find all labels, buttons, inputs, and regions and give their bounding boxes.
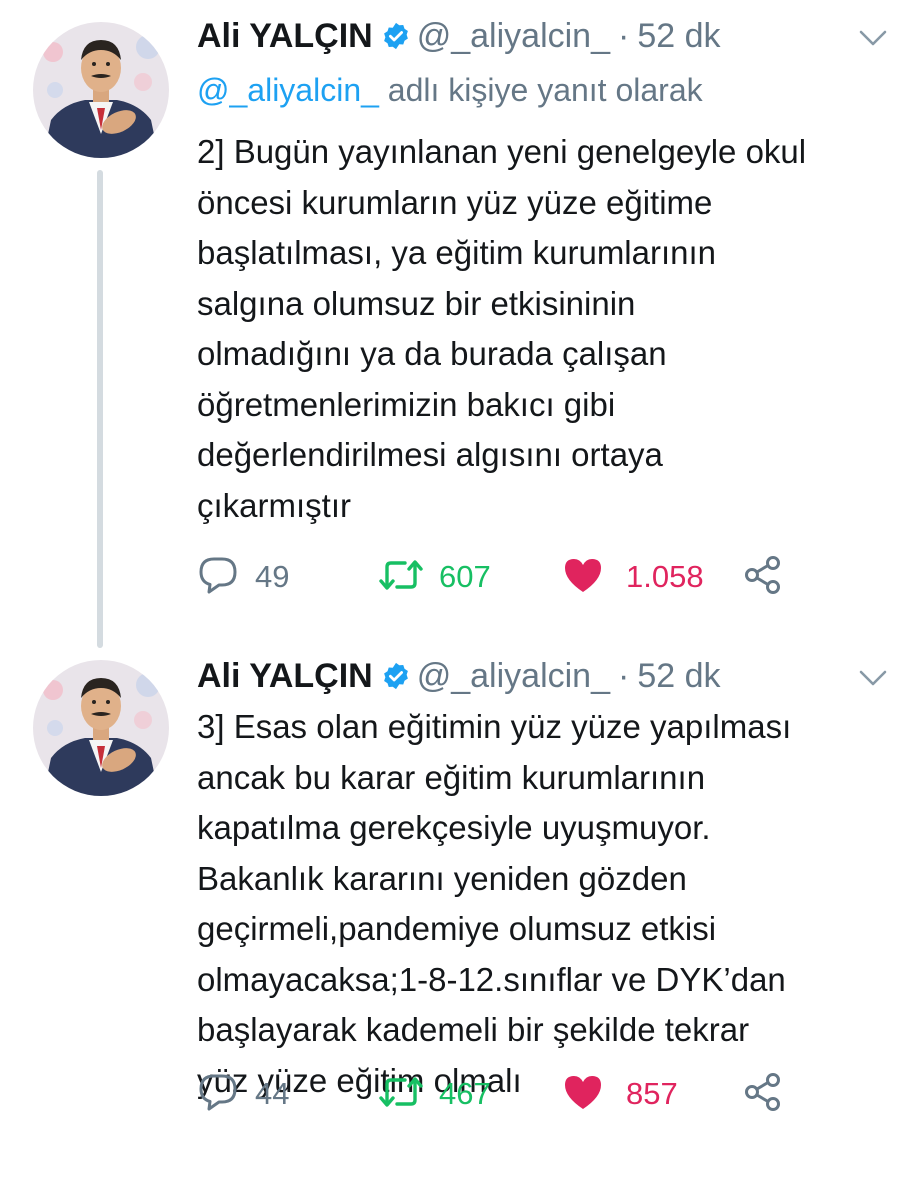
tweet-text-line: çıkarmıştır <box>197 486 351 524</box>
share-icon <box>742 554 784 601</box>
reply-count: 44 <box>255 1076 290 1111</box>
tweet-text-line: başlatılması, ya eğitim kurumlarının <box>197 234 717 271</box>
share-button[interactable] <box>742 552 784 602</box>
tweet-text-line: öncesi kurumların yüz yüze eğitime <box>197 183 713 221</box>
author-name[interactable]: Ali YALÇIN <box>197 17 373 55</box>
tweet-text: 2] Bugün yayınlanan yeni genelgeyle okul… <box>197 127 897 531</box>
reply-button[interactable]: 49 <box>197 552 289 602</box>
author-avatar[interactable] <box>33 660 169 796</box>
retweet-icon <box>377 1072 425 1117</box>
like-button[interactable]: 1.058 <box>562 552 704 602</box>
tweet-text-line: ancak bu karar eğitim kurumlarının <box>197 758 706 796</box>
like-count: 857 <box>626 1076 678 1111</box>
separator-dot: · <box>618 17 630 55</box>
tweet-text-line: değerlendirilmesi algısını ortaya <box>197 436 663 473</box>
reply-to-handle[interactable]: @_aliyalcin_ <box>197 72 379 108</box>
retweet-button[interactable]: 607 <box>377 552 491 602</box>
separator-dot: · <box>618 657 630 695</box>
tweet-timestamp[interactable]: 52 dk <box>637 657 720 695</box>
tweet-text-line: olmayacaksa;1-8-12.sınıflar ve DYK’dan <box>197 960 786 998</box>
tweet-actions: 44 467 857 <box>197 1069 837 1119</box>
reply-to-label: adlı kişiye yanıt olarak <box>387 72 703 108</box>
tweet-text-line: 3] Esas olan eğitimin yüz yüze yapılması <box>197 708 792 745</box>
tweet-timestamp[interactable]: 52 dk <box>637 17 720 55</box>
author-name[interactable]: Ali YALÇIN <box>197 657 373 695</box>
tweet-text-line: Bakanlık kararını yeniden gözden <box>197 859 687 897</box>
tweet-text-line: kapatılma gerekçesiyle uyuşmuyor. <box>197 809 711 846</box>
verified-badge-icon <box>381 20 411 60</box>
like-count: 1.058 <box>626 559 704 594</box>
heart-icon <box>562 1073 604 1116</box>
tweet-text-line: salgına olumsuz bir etkisininin <box>197 284 636 322</box>
retweet-button[interactable]: 467 <box>377 1069 491 1119</box>
share-button[interactable] <box>742 1069 784 1119</box>
like-button[interactable]: 857 <box>562 1069 678 1119</box>
tweet[interactable]: Ali YALÇIN @_aliyalcin_ · 52 dk 3] Esas ola… <box>0 640 924 1200</box>
tweet-header: Ali YALÇIN @_aliyalcin_ · 52 dk <box>197 16 884 56</box>
retweet-count: 607 <box>439 559 491 594</box>
tweet-header: Ali YALÇIN @_aliyalcin_ · 52 dk <box>197 656 884 696</box>
chevron-down-icon[interactable] <box>858 28 888 48</box>
heart-icon <box>562 556 604 599</box>
reply-icon <box>197 555 239 600</box>
author-avatar[interactable] <box>33 22 169 158</box>
reply-button[interactable]: 44 <box>197 1069 289 1119</box>
tweet-text-line: 2] Bugün yayınlanan yeni genelgeyle okul <box>197 133 807 170</box>
verified-badge-icon <box>381 660 411 700</box>
tweet-text-line: öğretmenlerimizin bakıcı gibi <box>197 385 616 423</box>
chevron-down-icon[interactable] <box>858 668 888 688</box>
author-handle[interactable]: @_aliyalcin_ <box>417 17 610 55</box>
tweet-actions: 49 607 1.058 <box>197 552 837 602</box>
tweet-text: 3] Esas olan eğitimin yüz yüze yapılması… <box>197 702 897 1106</box>
reply-count: 49 <box>255 559 290 594</box>
thread-connector-line <box>97 170 103 648</box>
tweet[interactable]: Ali YALÇIN @_aliyalcin_ · 52 dk @_aliyalcin… <box>0 0 924 648</box>
share-icon <box>742 1071 784 1118</box>
author-handle[interactable]: @_aliyalcin_ <box>417 657 610 695</box>
reply-icon <box>197 1072 239 1117</box>
tweet-text-line: başlayarak kademeli bir şekilde tekrar <box>197 1011 750 1048</box>
tweet-text-line: olmadığını ya da burada çalışan <box>197 335 667 372</box>
tweet-text-line: geçirmeli,pandemiye olumsuz etkisi <box>197 910 717 947</box>
replying-to: @_aliyalcin_ adlı kişiye yanıt olarak <box>197 70 703 110</box>
retweet-icon <box>377 555 425 600</box>
retweet-count: 467 <box>439 1076 491 1111</box>
